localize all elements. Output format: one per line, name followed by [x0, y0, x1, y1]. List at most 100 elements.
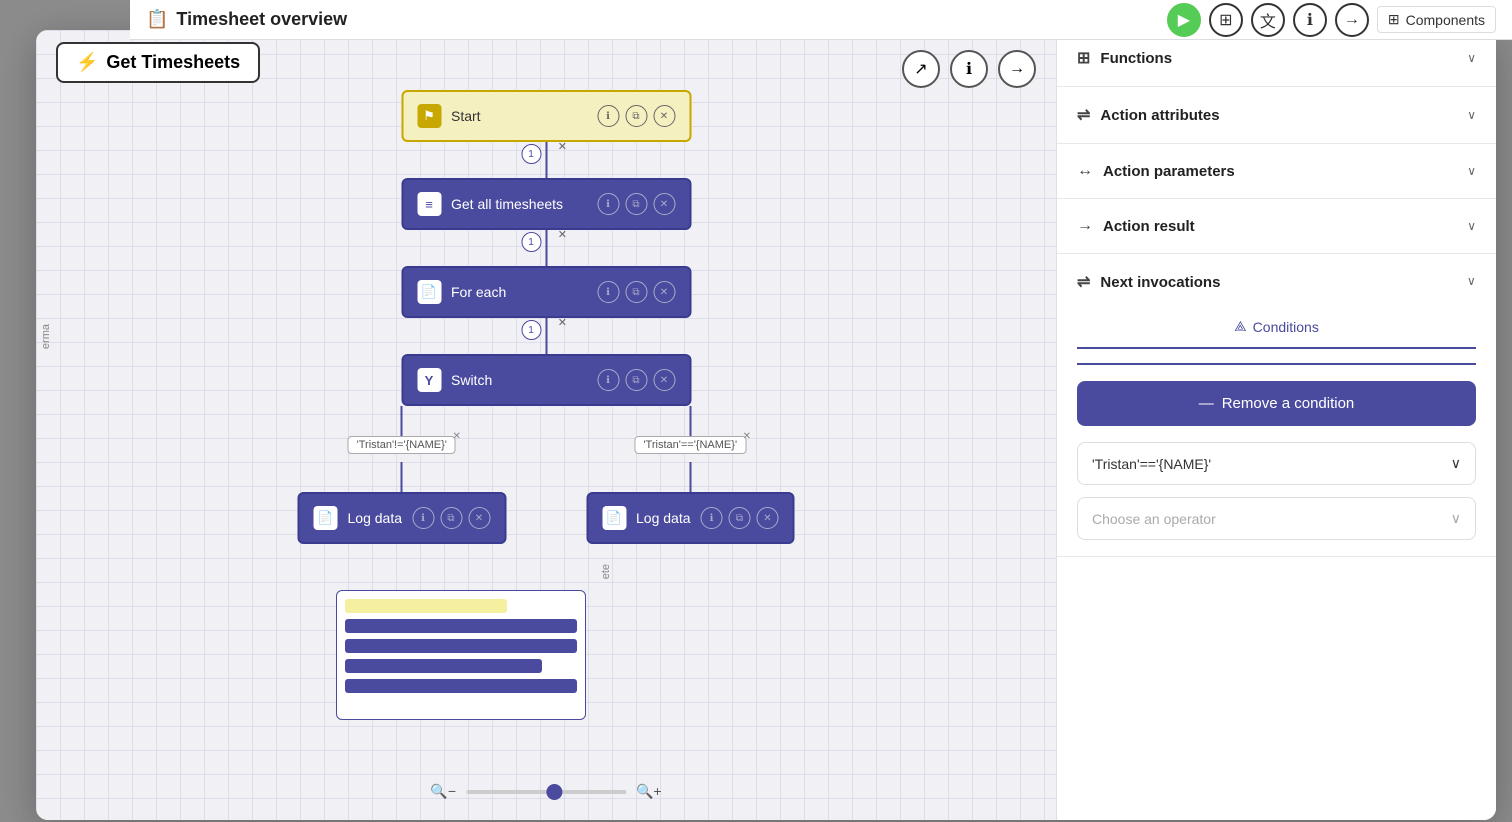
switch-copy-btn[interactable]: ⧉ — [625, 369, 647, 391]
play-button[interactable]: ▶ — [1167, 3, 1201, 37]
function-label: Get Timesheets — [106, 52, 240, 73]
next-invocations-label: Next invocations — [1100, 274, 1220, 291]
canvas-controls: ↗ ℹ → — [902, 50, 1036, 88]
switch-close-btn[interactable]: ✕ — [653, 369, 675, 391]
connector-2-x[interactable]: ✕ — [558, 228, 567, 241]
section-next-invocations-title: ⇌ Next invocations — [1077, 272, 1220, 292]
next-invocations-icon: ⇌ — [1077, 272, 1090, 292]
section-next-invocations: ⇌ Next invocations ∧ ⟁ Conditions — [1057, 254, 1496, 557]
log-right-actions: ℹ ⧉ ✕ — [701, 507, 779, 529]
branch-right: 'Tristan'=='{NAME}' ✕ 📄 Log data ℹ ⧉ — [586, 406, 795, 544]
canvas-info-button[interactable]: ℹ — [950, 50, 988, 88]
node-log-left[interactable]: 📄 Log data ℹ ⧉ ✕ — [298, 492, 507, 544]
components-button[interactable]: ⊞ Components — [1377, 6, 1496, 33]
operator-dropdown[interactable]: Choose an operator ∨ — [1077, 497, 1476, 540]
expand-button[interactable]: ↗ — [902, 50, 940, 88]
start-info-btn[interactable]: ℹ — [597, 105, 619, 127]
connector-1-x[interactable]: ✕ — [558, 140, 567, 153]
start-node-icon: ⚑ — [417, 104, 441, 128]
action-result-chevron: ∨ — [1467, 219, 1476, 233]
for-each-copy-btn[interactable]: ⧉ — [625, 281, 647, 303]
log-right-copy-btn[interactable]: ⧉ — [729, 507, 751, 529]
section-action-attributes: ⇌ Action attributes ∨ — [1057, 87, 1496, 144]
branch-left-connector2 — [401, 462, 403, 492]
section-action-result-header[interactable]: → Action result ∨ — [1057, 199, 1496, 253]
operator-chevron: ∨ — [1451, 510, 1461, 527]
get-timesheets-label: Get all timesheets — [451, 196, 587, 212]
branch-left-label: 'Tristan'!='{NAME}' ✕ — [348, 436, 456, 454]
section-action-result-title: → Action result — [1077, 217, 1195, 235]
flow-container: ⚑ Start ℹ ⧉ ✕ 1 ✕ — [298, 90, 795, 544]
get-timesheets-close-btn[interactable]: ✕ — [653, 193, 675, 215]
translate-button[interactable]: 文 — [1251, 3, 1285, 37]
components-grid-icon: ⊞ — [1388, 11, 1400, 28]
top-bar: 📋 Timesheet overview ▶ ⊞ 文 ℹ → ⊞ Compone… — [130, 0, 1512, 40]
zoom-slider[interactable] — [466, 790, 626, 794]
for-each-info-btn[interactable]: ℹ — [597, 281, 619, 303]
zoom-thumb[interactable] — [546, 784, 562, 800]
right-label-ete: ete — [596, 560, 616, 583]
get-timesheets-actions: ℹ ⧉ ✕ — [597, 193, 675, 215]
modal-body: ⚡ Get Timesheets ↗ ℹ → ⚑ Start — [36, 30, 1496, 820]
log-left-close-btn[interactable]: ✕ — [468, 507, 490, 529]
get-timesheets-copy-btn[interactable]: ⧉ — [625, 193, 647, 215]
branch-right-label-text: 'Tristan'=='{NAME}' — [643, 439, 737, 451]
conditions-tab[interactable]: ⟁ Conditions — [1077, 310, 1476, 349]
branch-left-label-text: 'Tristan'!='{NAME}' — [357, 439, 447, 451]
log-right-info-btn[interactable]: ℹ — [701, 507, 723, 529]
section-next-invocations-header[interactable]: ⇌ Next invocations ∧ — [1057, 254, 1496, 310]
zoom-in-button[interactable]: 🔍+ — [636, 783, 662, 800]
preview-row-4 — [345, 679, 577, 693]
start-copy-btn[interactable]: ⧉ — [625, 105, 647, 127]
next-invocations-chevron: ∧ — [1467, 275, 1476, 289]
grid-button[interactable]: ⊞ — [1209, 3, 1243, 37]
connector-1: 1 ✕ — [545, 142, 547, 178]
node-get-timesheets[interactable]: ≡ Get all timesheets ℹ ⧉ ✕ — [401, 178, 691, 230]
log-left-copy-btn[interactable]: ⧉ — [440, 507, 462, 529]
arrow-button-topbar[interactable]: → — [1335, 3, 1369, 37]
condition-chevron: ∨ — [1451, 455, 1461, 472]
node-start[interactable]: ⚑ Start ℹ ⧉ ✕ — [401, 90, 691, 142]
section-action-attributes-header[interactable]: ⇌ Action attributes ∨ — [1057, 87, 1496, 143]
log-left-label: Log data — [348, 510, 403, 526]
top-bar-actions: ▶ ⊞ 文 ℹ → ⊞ Components — [1167, 3, 1496, 37]
branch-right-connector2 — [689, 462, 691, 492]
node-for-each[interactable]: 📄 For each ℹ ⧉ ✕ — [401, 266, 691, 318]
get-timesheets-info-btn[interactable]: ℹ — [597, 193, 619, 215]
switch-actions: ℹ ⧉ ✕ — [597, 369, 675, 391]
function-title: ⚡ Get Timesheets — [56, 42, 260, 83]
remove-condition-label: Remove a condition — [1222, 395, 1355, 412]
condition-value: 'Tristan'=='{NAME}' — [1092, 456, 1211, 472]
log-right-icon: 📄 — [602, 506, 626, 530]
log-right-close-btn[interactable]: ✕ — [757, 507, 779, 529]
for-each-label: For each — [451, 284, 587, 300]
branch-left-x[interactable]: ✕ — [452, 431, 460, 442]
node-log-right[interactable]: 📄 Log data ℹ ⧉ ✕ — [586, 492, 795, 544]
condition-dropdown[interactable]: 'Tristan'=='{NAME}' ∨ — [1077, 442, 1476, 485]
log-left-icon: 📄 — [314, 506, 338, 530]
canvas-area[interactable]: ⚡ Get Timesheets ↗ ℹ → ⚑ Start — [36, 30, 1056, 820]
action-parameters-icon: ↔ — [1077, 162, 1093, 180]
zoom-bar: 🔍− 🔍+ — [430, 783, 661, 800]
remove-condition-button[interactable]: — Remove a condition — [1077, 381, 1476, 426]
connector-3-x[interactable]: ✕ — [558, 316, 567, 329]
info-button-topbar[interactable]: ℹ — [1293, 3, 1327, 37]
zoom-out-button[interactable]: 🔍− — [430, 783, 456, 800]
function-icon: ⚡ — [76, 52, 98, 73]
connector-3-label: 1 — [521, 320, 541, 340]
preview-row-top — [345, 599, 507, 613]
start-close-btn[interactable]: ✕ — [653, 105, 675, 127]
log-left-info-btn[interactable]: ℹ — [412, 507, 434, 529]
switch-label: Switch — [451, 372, 587, 388]
for-each-close-btn[interactable]: ✕ — [653, 281, 675, 303]
page-title: 📋 Timesheet overview — [146, 9, 1159, 30]
canvas-arrow-button[interactable]: → — [998, 50, 1036, 88]
section-action-parameters-header[interactable]: ↔ Action parameters ∨ — [1057, 144, 1496, 198]
switch-info-btn[interactable]: ℹ — [597, 369, 619, 391]
node-switch[interactable]: Y Switch ℹ ⧉ ✕ — [401, 354, 691, 406]
for-each-actions: ℹ ⧉ ✕ — [597, 281, 675, 303]
log-right-label: Log data — [636, 510, 691, 526]
branch-right-x[interactable]: ✕ — [743, 431, 751, 442]
page-title-text: Timesheet overview — [176, 9, 347, 30]
operator-placeholder: Choose an operator — [1092, 511, 1216, 527]
